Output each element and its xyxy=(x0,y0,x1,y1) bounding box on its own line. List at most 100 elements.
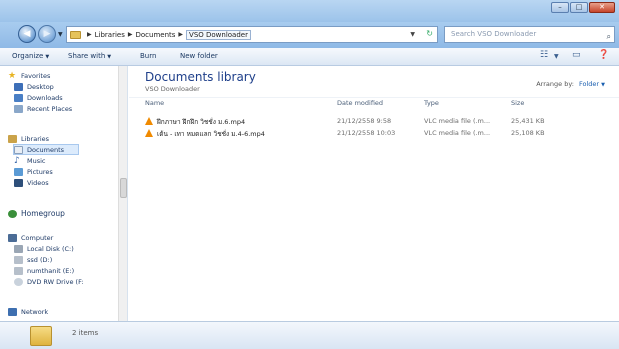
nav-network[interactable]: Network xyxy=(8,306,48,317)
nav-favorites-label: Favorites xyxy=(21,71,51,80)
nav-pictures-label: Pictures xyxy=(27,167,53,176)
nav-recent-places[interactable]: Recent Places xyxy=(14,103,72,114)
nav-ssd[interactable]: ssd (D:) xyxy=(14,254,52,265)
nav-desktop[interactable]: Desktop xyxy=(14,81,54,92)
refresh-icon[interactable]: ↻ xyxy=(426,29,433,38)
breadcrumb-vso-downloader[interactable]: VSO Downloader xyxy=(186,29,251,40)
nav-music[interactable]: ♪ Music xyxy=(14,155,46,166)
column-header-name[interactable]: Name xyxy=(145,99,164,107)
dropdown-arrow-icon: ▼ xyxy=(107,54,112,60)
nav-network-label: Network xyxy=(21,307,49,316)
nav-recent-places-label: Recent Places xyxy=(27,104,73,113)
music-icon: ♪ xyxy=(14,155,20,166)
arrange-by: Arrange by: Folder ▼ xyxy=(536,80,605,88)
file-name-text: ฝึกภาษา ฝึกฝึก วิชชั่ง ม.6.mp4 xyxy=(157,118,246,126)
view-dropdown-icon[interactable]: ▼ xyxy=(554,53,559,67)
nav-pictures[interactable]: Pictures xyxy=(14,166,53,177)
dvd-icon xyxy=(14,277,23,286)
nav-local-disk[interactable]: Local Disk (C:) xyxy=(14,243,74,254)
recent-pages-dropdown-icon[interactable]: ▼ xyxy=(58,31,63,38)
vlc-file-icon xyxy=(145,129,153,137)
chevron-right-icon[interactable]: ▶ xyxy=(178,31,183,38)
nav-downloads[interactable]: Downloads xyxy=(14,92,63,103)
nav-videos[interactable]: Videos xyxy=(14,177,49,188)
table-row[interactable]: เต้น - เทา หมดแลก วิชชั่ง ม.4-6.mp4 21/1… xyxy=(129,128,619,139)
burn-button[interactable]: Burn xyxy=(140,52,156,60)
column-header-type[interactable]: Type xyxy=(424,99,439,107)
pictures-icon xyxy=(14,167,23,176)
nav-computer-label: Computer xyxy=(21,233,54,242)
column-header-size[interactable]: Size xyxy=(511,99,524,107)
preview-pane-icon[interactable]: ▭ xyxy=(572,50,581,64)
drive-icon xyxy=(14,244,23,253)
file-name-text: เต้น - เทา หมดแลก วิชชั่ง ม.4-6.mp4 xyxy=(157,130,265,138)
search-icon[interactable]: ⌕ xyxy=(607,29,611,44)
computer-icon xyxy=(8,233,17,242)
nav-favorites[interactable]: ★ Favorites xyxy=(8,70,50,81)
library-title: Documents library xyxy=(145,70,256,84)
libraries-icon xyxy=(8,134,17,143)
search-placeholder: Search VSO Downloader xyxy=(451,30,537,38)
close-button[interactable]: ✕ xyxy=(589,2,615,13)
star-icon: ★ xyxy=(8,70,17,81)
window-controls: – □ ✕ xyxy=(550,2,615,13)
nav-videos-label: Videos xyxy=(27,178,49,187)
recent-places-icon xyxy=(14,104,23,113)
vlc-file-icon xyxy=(145,117,153,125)
file-name: เต้น - เทา หมดแลก วิชชั่ง ม.4-6.mp4 xyxy=(145,129,265,139)
nav-scrollbar-thumb[interactable] xyxy=(120,178,127,198)
table-row[interactable]: ฝึกภาษา ฝึกฝึก วิชชั่ง ม.6.mp4 21/12/255… xyxy=(129,116,619,127)
desktop-icon xyxy=(14,82,23,91)
maximize-button[interactable]: □ xyxy=(570,2,588,13)
nav-libraries-label: Libraries xyxy=(21,134,50,143)
dropdown-arrow-icon: ▼ xyxy=(45,54,50,60)
arrange-by-label: Arrange by: xyxy=(536,80,574,88)
address-dropdown-icon[interactable]: ▼ xyxy=(410,31,415,38)
organize-button[interactable]: Organize ▼ xyxy=(12,52,49,60)
column-divider xyxy=(129,97,619,98)
nav-ssd-label: ssd (D:) xyxy=(27,255,53,264)
arrange-by-dropdown[interactable]: Folder ▼ xyxy=(579,80,605,88)
file-date: 21/12/2558 10:03 xyxy=(337,129,396,137)
file-name: ฝึกภาษา ฝึกฝึก วิชชั่ง ม.6.mp4 xyxy=(145,117,245,127)
nav-documents-label: Documents xyxy=(27,145,65,154)
dropdown-arrow-icon: ▼ xyxy=(601,82,605,88)
nav-libraries[interactable]: Libraries xyxy=(8,133,49,144)
share-with-label: Share with xyxy=(68,52,106,60)
file-list-pane: Documents library VSO Downloader Arrange… xyxy=(129,66,619,321)
help-icon[interactable]: ❓ xyxy=(598,50,609,64)
share-with-button[interactable]: Share with ▼ xyxy=(68,52,111,60)
file-type: VLC media file (.m... xyxy=(424,129,491,137)
chevron-right-icon[interactable]: ▶ xyxy=(87,31,92,38)
downloads-icon xyxy=(14,93,23,102)
item-count: 2 items xyxy=(72,329,99,337)
nav-homegroup-label: Homegroup xyxy=(21,209,65,218)
column-header-date[interactable]: Date modified xyxy=(337,99,383,107)
network-icon xyxy=(8,307,17,316)
search-input[interactable]: Search VSO Downloader ⌕ xyxy=(444,26,615,43)
nav-scrollbar[interactable] xyxy=(118,66,127,321)
nav-local-disk-label: Local Disk (C:) xyxy=(27,244,74,253)
back-button[interactable]: ◀ xyxy=(18,25,36,43)
nav-numthanit-label: numthanit (E:) xyxy=(27,266,75,275)
file-size: 25,108 KB xyxy=(511,129,545,137)
breadcrumb-documents[interactable]: Documents xyxy=(135,31,175,39)
title-bar: – □ ✕ xyxy=(0,0,619,22)
command-bar: Organize ▼ Share with ▼ Burn New folder ☷ … xyxy=(0,48,619,66)
details-pane: 2 items xyxy=(0,321,619,349)
chevron-right-icon[interactable]: ▶ xyxy=(128,31,133,38)
address-row: ◀ ▶ ▼ ▶ Libraries ▶ Documents ▶ VSO Down… xyxy=(0,22,619,48)
forward-button[interactable]: ▶ xyxy=(38,25,56,43)
nav-homegroup[interactable]: Homegroup xyxy=(8,208,65,219)
minimize-button[interactable]: – xyxy=(551,2,569,13)
breadcrumb-libraries[interactable]: Libraries xyxy=(95,31,125,39)
change-view-icon[interactable]: ☷ xyxy=(540,50,548,64)
address-bar[interactable]: ▶ Libraries ▶ Documents ▶ VSO Downloader… xyxy=(66,26,438,43)
organize-label: Organize xyxy=(12,52,44,60)
nav-numthanit[interactable]: numthanit (E:) xyxy=(14,265,74,276)
nav-computer[interactable]: Computer xyxy=(8,232,53,243)
nav-dvd-drive[interactable]: DVD RW Drive (F: xyxy=(14,276,84,287)
videos-icon xyxy=(14,178,23,187)
nav-documents[interactable]: Documents xyxy=(13,144,79,155)
new-folder-button[interactable]: New folder xyxy=(180,52,218,60)
